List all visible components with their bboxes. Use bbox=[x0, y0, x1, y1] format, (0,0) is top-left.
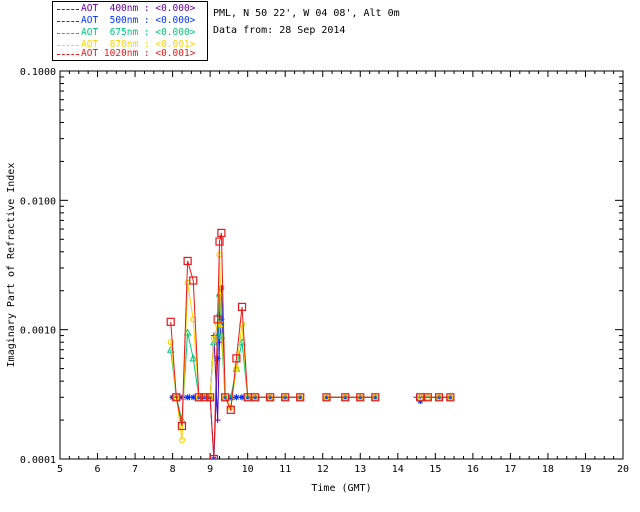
y-tick-label: 0.0100 bbox=[20, 196, 56, 207]
x-tick-label: 8 bbox=[170, 464, 176, 475]
legend-label-400nm: AOT 400nm : <0.000> bbox=[81, 3, 196, 14]
x-tick-label: 18 bbox=[542, 464, 554, 475]
legend-line-400nm bbox=[57, 9, 79, 10]
series-2-line bbox=[170, 293, 301, 421]
series-1-line bbox=[172, 287, 301, 459]
y-tick-label: 0.1000 bbox=[20, 67, 56, 78]
x-tick-label: 16 bbox=[467, 464, 479, 475]
x-axis-label: Time (GMT) bbox=[311, 483, 371, 494]
x-tick-label: 6 bbox=[95, 464, 101, 475]
legend-line-500nm bbox=[57, 21, 79, 22]
plot-area bbox=[166, 228, 455, 459]
x-tick-label: 13 bbox=[354, 464, 366, 475]
series-1-point bbox=[233, 394, 240, 401]
legend-entry-1020nm: AOT 1020nm : <0.001> bbox=[53, 48, 207, 60]
legend-line-870nm bbox=[57, 45, 79, 46]
x-tick-label: 11 bbox=[279, 464, 291, 475]
x-tick-label: 7 bbox=[132, 464, 138, 475]
legend-label-675nm: AOT 675nm : <0.000> bbox=[81, 27, 196, 38]
legend-label-1020nm: AOT 1020nm : <0.001> bbox=[81, 48, 196, 59]
x-tick-label: 17 bbox=[504, 464, 516, 475]
chart: 5 6 7 8 9 10 11 12 13 14 15 16 17 18 19 20 0.0001 0.0010 0… bbox=[6, 67, 629, 494]
series-4 bbox=[166, 228, 455, 459]
legend-line-675nm bbox=[57, 33, 79, 34]
y-axis-label: Imaginary Part of Refractive Index bbox=[6, 163, 17, 368]
series-1-point bbox=[184, 394, 191, 401]
legend-entry-500nm: AOT 500nm : <0.000> bbox=[53, 15, 207, 27]
legend-entry-400nm: AOT 400nm : <0.000> bbox=[53, 3, 207, 15]
x-tick-label: 15 bbox=[429, 464, 441, 475]
legend-line-1020nm bbox=[57, 54, 79, 55]
x-tick-label: 19 bbox=[579, 464, 591, 475]
x-tick-label: 5 bbox=[57, 464, 63, 475]
date-info: Data from: 28 Sep 2014 bbox=[213, 25, 346, 36]
y-tick-label: 0.0001 bbox=[20, 455, 56, 466]
legend: AOT 400nm : <0.000> AOT 500nm : <0.000> … bbox=[52, 1, 208, 61]
x-tick-label: 14 bbox=[392, 464, 404, 475]
x-tick-label: 9 bbox=[207, 464, 213, 475]
legend-label-500nm: AOT 500nm : <0.000> bbox=[81, 15, 196, 26]
legend-entry-675nm: AOT 675nm : <0.000> bbox=[53, 27, 207, 39]
x-tick-label: 20 bbox=[617, 464, 629, 475]
x-tick-label: 12 bbox=[317, 464, 329, 475]
site-info: PML, N 50 22', W 04 08', Alt 0m bbox=[213, 8, 400, 19]
x-tick-label: 10 bbox=[242, 464, 254, 475]
series-1-point bbox=[214, 355, 221, 362]
y-tick-label: 0.0010 bbox=[20, 326, 56, 337]
